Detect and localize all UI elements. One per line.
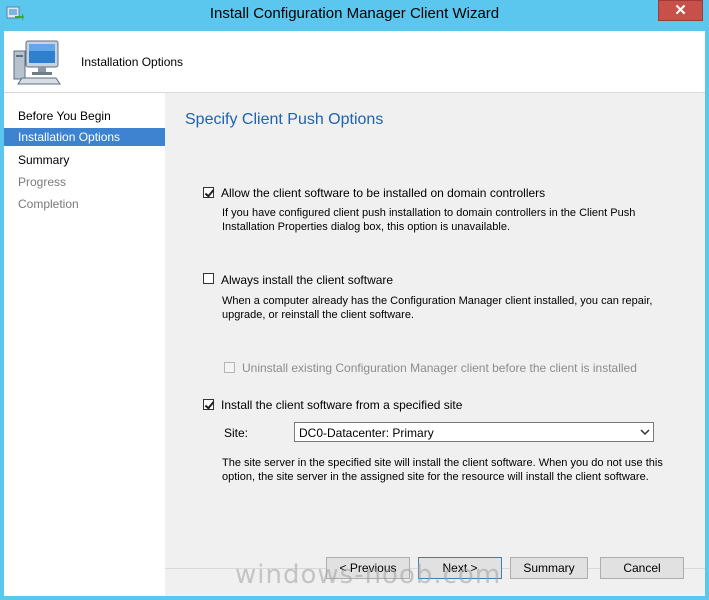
wizard-nav: Before You Begin Installation Options Su… — [4, 93, 165, 596]
always-install-desc-line1: When a computer already has the Configur… — [222, 295, 653, 307]
title-bar[interactable]: Install Configuration Manager Client Wiz… — [0, 0, 709, 30]
uninstall-existing-label: Uninstall existing Configuration Manager… — [242, 361, 637, 375]
close-button[interactable]: ✕ — [658, 0, 703, 21]
uninstall-existing-checkbox — [224, 362, 235, 373]
nav-item-before-you-begin[interactable]: Before You Begin — [4, 107, 165, 125]
specified-site-desc-line2: option, the site server in the assigned … — [222, 471, 649, 483]
domain-controllers-checkbox[interactable] — [203, 187, 214, 198]
domain-controllers-label[interactable]: Allow the client software to be installe… — [221, 186, 545, 200]
computer-monitor-icon — [13, 40, 61, 85]
nav-item-progress: Progress — [18, 175, 67, 189]
header-title: Installation Options — [81, 55, 184, 69]
nav-item-installation-options[interactable]: Installation Options — [4, 128, 165, 146]
nav-item-completion: Completion — [18, 197, 79, 211]
wizard-client-area: Installation Options Before You Begin In… — [4, 31, 705, 596]
window-title: Install Configuration Manager Client Wiz… — [209, 5, 500, 22]
wizard-window: Install Configuration Manager Client Wiz… — [0, 0, 709, 600]
chevron-down-icon[interactable] — [640, 426, 650, 438]
site-dropdown-value: DC0-Datacenter: Primary — [299, 426, 434, 440]
site-dropdown[interactable]: DC0-Datacenter: Primary — [294, 422, 654, 442]
nav-item-summary[interactable]: Summary — [4, 151, 165, 169]
wizard-header: Installation Options — [4, 31, 705, 93]
domain-controllers-desc-line2: Installation Properties dialog box, this… — [222, 221, 511, 233]
domain-controllers-desc-line1: If you have configured client push insta… — [222, 207, 636, 219]
always-install-checkbox[interactable] — [203, 273, 214, 284]
always-install-desc-line2: upgrade, or reinstall the client softwar… — [222, 309, 414, 321]
wizard-main-panel: Specify Client Push Options Allow the cl… — [165, 93, 705, 596]
site-label: Site: — [224, 426, 249, 440]
specified-site-desc-line1: The site server in the specified site wi… — [222, 457, 663, 469]
watermark: windows-noob.com — [235, 560, 502, 590]
always-install-label[interactable]: Always install the client software — [221, 273, 393, 287]
specified-site-checkbox[interactable] — [203, 399, 214, 410]
specified-site-label[interactable]: Install the client software from a speci… — [221, 398, 462, 412]
summary-button[interactable]: Summary — [510, 557, 588, 579]
cancel-button[interactable]: Cancel — [600, 557, 684, 579]
page-heading: Specify Client Push Options — [185, 111, 384, 128]
